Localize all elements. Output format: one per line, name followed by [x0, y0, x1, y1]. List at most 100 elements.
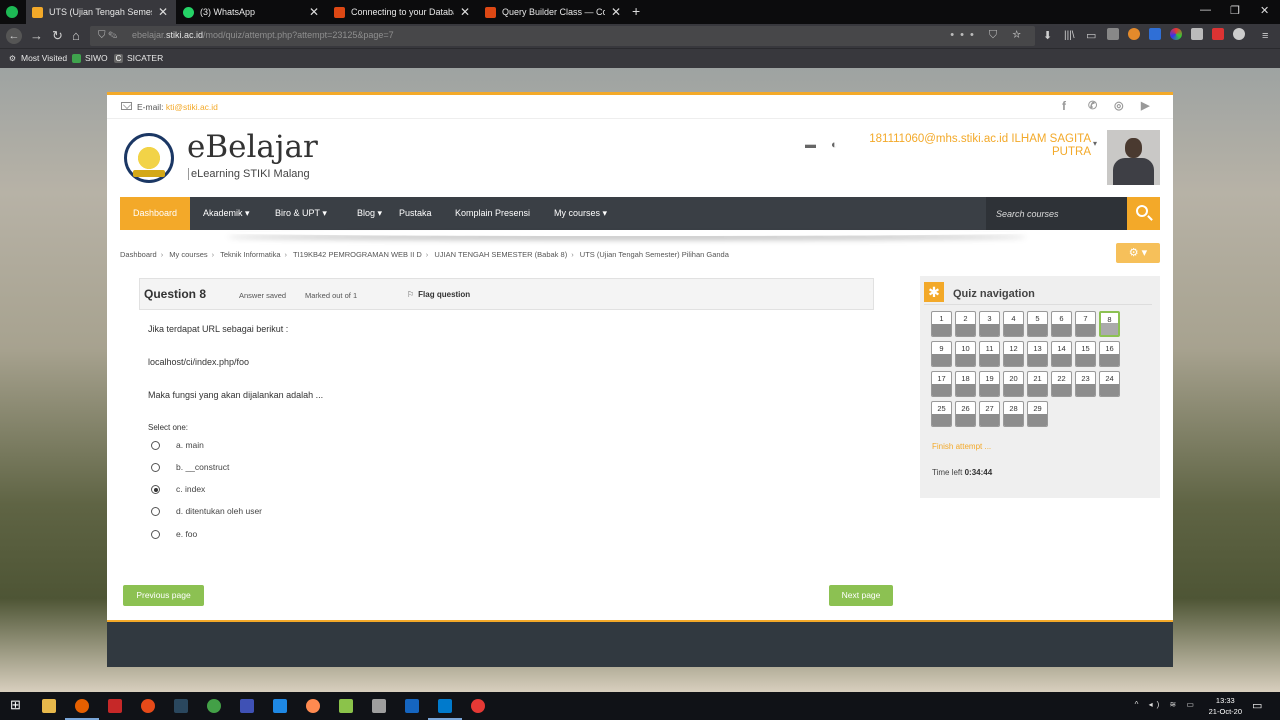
url-bar[interactable]: ⛉ ✎ ebelajar.stiki.ac.id/mod/quiz/attemp…	[90, 26, 1035, 46]
site-title[interactable]: eBelajar	[187, 129, 318, 165]
windows-start-icon[interactable]: ⊞	[10, 697, 24, 712]
previous-page-button[interactable]: Previous page	[123, 585, 204, 606]
close-tab-icon[interactable]: ✕	[611, 5, 621, 19]
email-link[interactable]: kti@stiki.ac.id	[166, 102, 218, 112]
next-page-button[interactable]: Next page	[829, 585, 893, 606]
browser-tab[interactable]: Connecting to your Database - ✕	[328, 0, 478, 24]
youtube-icon[interactable]: ▶	[1141, 99, 1149, 112]
menu-biro-upt[interactable]: Biro & UPT ▾	[262, 197, 340, 230]
forward-icon[interactable]: →	[30, 28, 43, 44]
menu-icon[interactable]: ≡	[1262, 28, 1268, 44]
quiz-nav-question-button[interactable]: 15	[1075, 341, 1096, 367]
breadcrumb-item[interactable]: My courses	[169, 250, 207, 259]
page-actions-icon[interactable]: ••• ⛉ ☆	[950, 29, 1027, 42]
app-icon[interactable]	[141, 699, 155, 713]
browser-tab-active[interactable]: UTS (Ujian Tengah Semester) Pi ✕	[26, 0, 176, 24]
extension-icon[interactable]	[1128, 28, 1140, 40]
quiz-nav-question-button[interactable]: 1	[931, 311, 952, 337]
quiz-nav-question-button[interactable]: 25	[931, 401, 952, 427]
home-icon[interactable]: ⌂	[72, 28, 80, 44]
firefox-icon[interactable]	[65, 699, 99, 720]
reload-icon[interactable]: ↻	[52, 28, 63, 44]
menu-dashboard[interactable]: Dashboard	[120, 197, 191, 230]
quiz-nav-question-button[interactable]: 7	[1075, 311, 1096, 337]
messages-icon[interactable]: ▬	[805, 139, 816, 151]
minimize-icon[interactable]: —	[1200, 4, 1211, 16]
extension-icon[interactable]	[1170, 28, 1182, 40]
radio-button[interactable]	[151, 441, 160, 450]
quiz-nav-question-button[interactable]: 28	[1003, 401, 1024, 427]
menu-akademik[interactable]: Akademik ▾	[190, 197, 263, 230]
extension-icon[interactable]	[1212, 28, 1224, 40]
breadcrumb-item[interactable]: TI19KB42 PEMROGRAMAN WEB II D	[293, 250, 422, 259]
quiz-nav-question-button[interactable]: 21	[1027, 371, 1048, 397]
restore-icon[interactable]: ❐	[1230, 4, 1240, 17]
menu-komplain-presensi[interactable]: Komplain Presensi	[442, 197, 543, 230]
radio-button[interactable]	[151, 530, 160, 539]
settings-menu-button[interactable]: ⚙ ▾	[1116, 243, 1160, 263]
avatar[interactable]	[1107, 130, 1160, 185]
stiki-logo[interactable]	[124, 133, 174, 183]
app-icon[interactable]	[240, 699, 254, 713]
app-icon[interactable]	[306, 699, 320, 713]
quiz-nav-question-button[interactable]: 6	[1051, 311, 1072, 337]
quiz-nav-question-button[interactable]: 27	[979, 401, 1000, 427]
quiz-nav-question-button[interactable]: 20	[1003, 371, 1024, 397]
steam-icon[interactable]	[174, 699, 188, 713]
quiz-nav-question-button[interactable]: 19	[979, 371, 1000, 397]
answer-option[interactable]: c. index	[151, 483, 401, 497]
app-icon[interactable]	[339, 699, 353, 713]
new-tab-icon[interactable]: +	[632, 3, 640, 19]
close-tab-icon[interactable]: ✕	[460, 5, 470, 19]
app-icon[interactable]	[372, 699, 386, 713]
breadcrumb-item[interactable]: Dashboard	[120, 250, 157, 259]
radio-button[interactable]	[151, 507, 160, 516]
quiz-nav-question-button[interactable]: 2	[955, 311, 976, 337]
browser-tab[interactable]: Query Builder Class — Codeig ✕	[479, 0, 629, 24]
answer-option[interactable]: b. __construct	[151, 461, 401, 475]
quiz-nav-question-button[interactable]: 14	[1051, 341, 1072, 367]
extension-icon[interactable]	[1107, 28, 1119, 40]
quiz-nav-question-button[interactable]: 22	[1051, 371, 1072, 397]
instagram-icon[interactable]: ◎	[1114, 99, 1124, 112]
menu-my-courses[interactable]: My courses ▾	[541, 197, 620, 230]
notification-center-icon[interactable]: ▭	[1252, 699, 1266, 713]
quiz-nav-question-button[interactable]: 8	[1099, 311, 1120, 337]
spotify-icon[interactable]	[6, 6, 18, 18]
url-text[interactable]: ebelajar.stiki.ac.id/mod/quiz/attempt.ph…	[132, 30, 394, 40]
quiz-nav-question-button[interactable]: 17	[931, 371, 952, 397]
quiz-nav-question-button[interactable]: 23	[1075, 371, 1096, 397]
back-icon[interactable]: ←	[6, 28, 22, 44]
quiz-nav-question-button[interactable]: 11	[979, 341, 1000, 367]
radio-button[interactable]	[151, 463, 160, 472]
quiz-nav-question-button[interactable]: 29	[1027, 401, 1048, 427]
menu-pustaka[interactable]: Pustaka	[386, 197, 445, 230]
search-button[interactable]	[1127, 197, 1160, 230]
quiz-nav-question-button[interactable]: 12	[1003, 341, 1024, 367]
app-icon[interactable]	[273, 699, 287, 713]
breadcrumb-item[interactable]: UJIAN TENGAH SEMESTER (Babak 8)	[434, 250, 567, 259]
app-icon[interactable]	[405, 699, 419, 713]
quiz-nav-question-button[interactable]: 9	[931, 341, 952, 367]
close-window-icon[interactable]: ✕	[1260, 4, 1269, 17]
quiz-nav-question-button[interactable]: 4	[1003, 311, 1024, 337]
app-icon[interactable]	[108, 699, 122, 713]
browser-tab[interactable]: (3) WhatsApp ✕	[177, 0, 327, 24]
quiz-nav-question-button[interactable]: 3	[979, 311, 1000, 337]
quiz-nav-question-button[interactable]: 18	[955, 371, 976, 397]
extension-icon[interactable]	[1233, 28, 1245, 40]
search-input[interactable]	[986, 197, 1127, 230]
taskbar-clock[interactable]: 13:33 21-Oct-20	[1209, 695, 1242, 717]
quiz-nav-question-button[interactable]: 13	[1027, 341, 1048, 367]
bookmark-sicater[interactable]: C SICATER	[114, 53, 163, 63]
quiz-nav-question-button[interactable]: 5	[1027, 311, 1048, 337]
app-icon[interactable]	[471, 699, 485, 713]
finish-attempt-link[interactable]: Finish attempt ...	[932, 442, 991, 451]
flag-question-button[interactable]: ⚐ Flag question	[407, 290, 470, 299]
twitter-icon[interactable]: ✆	[1088, 99, 1097, 112]
breadcrumb-item[interactable]: Teknik Informatika	[220, 250, 280, 259]
quiz-nav-question-button[interactable]: 24	[1099, 371, 1120, 397]
user-menu[interactable]: 181111060@mhs.stiki.ac.id ILHAM SAGITA P…	[841, 133, 1091, 159]
notifications-icon[interactable]: ◐	[831, 139, 838, 151]
chevron-down-icon[interactable]: ▾	[1093, 139, 1097, 148]
